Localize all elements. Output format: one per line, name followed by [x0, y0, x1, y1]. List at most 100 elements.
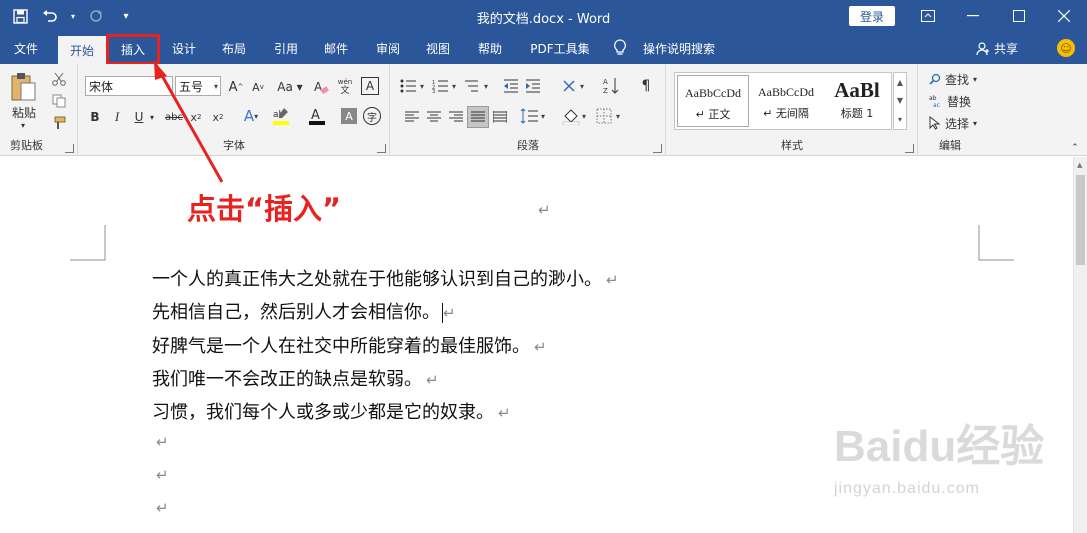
scroll-up-arrow-icon[interactable]: ▲: [1077, 161, 1082, 169]
font-name-select[interactable]: 宋体 ▾: [85, 76, 173, 96]
cut-icon[interactable]: [50, 70, 68, 88]
enclose-characters-icon[interactable]: 字: [363, 107, 381, 125]
tab-help[interactable]: 帮助: [468, 32, 512, 64]
vertical-scrollbar[interactable]: ▲: [1073, 157, 1087, 533]
styles-dialog-launcher[interactable]: [905, 144, 914, 153]
scroll-up-icon[interactable]: ▲: [897, 78, 903, 87]
more-styles-icon[interactable]: ▾: [898, 115, 902, 124]
sort-icon[interactable]: AZ: [601, 76, 621, 96]
share-label: 共享: [994, 42, 1019, 56]
login-button[interactable]: 登录: [849, 6, 895, 26]
format-painter-icon[interactable]: [50, 114, 68, 132]
replace-button[interactable]: ab ac 替换: [929, 92, 981, 110]
grow-font-icon[interactable]: A ^: [225, 78, 247, 96]
style-normal-name: ↵ 正文: [695, 108, 731, 121]
document-paragraph[interactable]: 好脾气是一个人在社交中所能穿着的最佳服饰。 ↵: [152, 332, 547, 358]
tab-layout[interactable]: 布局: [212, 32, 256, 64]
tab-pdf-tools[interactable]: PDF工具集: [522, 32, 598, 64]
clipboard-dialog-launcher[interactable]: [65, 144, 74, 153]
tab-references[interactable]: 引用: [264, 32, 308, 64]
style-normal[interactable]: AaBbCcDd ↵ 正文: [677, 75, 749, 127]
character-shading-icon[interactable]: A: [341, 108, 357, 124]
tab-mailings[interactable]: 邮件: [314, 32, 358, 64]
decrease-indent-icon[interactable]: [501, 76, 521, 96]
scroll-down-icon[interactable]: ▼: [897, 96, 903, 105]
minimize-icon[interactable]: [950, 0, 996, 32]
tab-insert[interactable]: 插入: [106, 34, 160, 65]
phonetic-guide-icon[interactable]: wén 文: [335, 76, 355, 98]
tab-design[interactable]: 设计: [162, 32, 206, 64]
lightbulb-icon: [614, 39, 626, 55]
justify-icon[interactable]: [467, 106, 489, 128]
character-border-icon[interactable]: A: [361, 77, 379, 95]
empty-paragraph[interactable]: ↵: [152, 497, 169, 518]
empty-paragraph[interactable]: ↵: [152, 431, 169, 452]
close-icon[interactable]: [1041, 0, 1087, 32]
document-paragraph[interactable]: 习惯，我们每个人或多或少都是它的奴隶。 ↵: [152, 398, 511, 424]
ribbon-display-options-icon[interactable]: [905, 0, 951, 32]
borders-icon[interactable]: ▾: [595, 106, 625, 126]
tell-me-search[interactable]: 操作说明搜索: [636, 32, 722, 64]
copy-icon[interactable]: [50, 92, 68, 110]
font-group: 宋体 ▾ 五号 ▾ A ^ Av Aa ▾ A wén 文 A B I U ▾ ab…: [79, 64, 390, 156]
paste-icon[interactable]: [8, 70, 38, 104]
highlight-color-icon[interactable]: ab: [269, 106, 297, 126]
style-heading-1-preview: AaBl: [834, 78, 880, 102]
underline-button[interactable]: U: [131, 108, 147, 126]
select-button[interactable]: 选择 ▾: [929, 114, 981, 132]
paste-label[interactable]: 粘贴: [6, 104, 42, 120]
bold-button[interactable]: B: [87, 108, 103, 126]
clear-formatting-icon[interactable]: A: [311, 78, 331, 96]
style-no-spacing[interactable]: AaBbCcDd ↵ 无间隔: [750, 75, 822, 127]
superscript-icon[interactable]: x2: [209, 108, 227, 126]
font-size-select[interactable]: 五号 ▾: [175, 76, 221, 96]
shrink-font-icon[interactable]: Av: [247, 78, 269, 96]
tab-view[interactable]: 视图: [416, 32, 460, 64]
document-paragraph[interactable]: 先相信自己，然后别人才会相信你。 ↵: [152, 298, 456, 324]
styles-gallery-scroll[interactable]: ▲ ▼ ▾: [893, 72, 907, 130]
bullets-icon[interactable]: ▾: [399, 76, 429, 96]
paragraph-mark: ↵: [606, 271, 619, 289]
maximize-icon[interactable]: [996, 0, 1042, 32]
paste-dropdown-icon[interactable]: ▾: [18, 120, 28, 130]
share-button[interactable]: 共享: [976, 40, 1018, 57]
scrollbar-thumb[interactable]: [1076, 175, 1085, 265]
subscript-icon[interactable]: x2: [187, 108, 205, 126]
tab-home[interactable]: 开始: [58, 36, 106, 64]
paragraph-group-label: 段落: [517, 139, 539, 152]
strikethrough-icon[interactable]: abc: [163, 108, 185, 126]
document-paragraph[interactable]: 一个人的真正伟大之处就在于他能够认识到自己的渺小。 ↵: [152, 265, 619, 291]
style-heading-1[interactable]: AaBl 标题 1: [823, 75, 891, 127]
show-marks-icon[interactable]: ¶: [637, 76, 655, 96]
increase-indent-icon[interactable]: [523, 76, 543, 96]
watermark-url: jingyan.baidu.com: [834, 480, 980, 497]
cursor-arrow-icon: [929, 116, 941, 130]
underline-dropdown-icon[interactable]: ▾: [147, 108, 157, 126]
document-paragraph[interactable]: 我们唯一不会改正的缺点是软弱。 ↵: [152, 365, 439, 391]
text-effects-icon[interactable]: A ▾: [237, 106, 265, 126]
find-button[interactable]: 查找 ▾: [929, 70, 981, 88]
multilevel-list-icon[interactable]: ▾: [463, 76, 493, 96]
align-center-icon[interactable]: [425, 108, 443, 126]
font-dialog-launcher[interactable]: [377, 144, 386, 153]
paragraph-mark: ↵: [534, 338, 547, 356]
align-right-icon[interactable]: [447, 108, 465, 126]
align-left-icon[interactable]: [403, 108, 421, 126]
svg-text:ab: ab: [929, 95, 937, 102]
italic-button[interactable]: I: [109, 108, 125, 126]
tab-file[interactable]: 文件: [4, 32, 48, 64]
svg-text:▾: ▾: [420, 82, 424, 91]
line-spacing-icon[interactable]: ▾: [519, 106, 549, 126]
feedback-smiley-icon[interactable]: ☺: [1057, 39, 1075, 57]
shading-icon[interactable]: ▾: [561, 106, 591, 126]
font-color-icon[interactable]: A: [305, 106, 333, 126]
paragraph-dialog-launcher[interactable]: [653, 144, 662, 153]
collapse-ribbon-icon[interactable]: ⌃: [1069, 142, 1081, 154]
empty-paragraph[interactable]: ↵: [152, 464, 169, 485]
svg-text:▾: ▾: [484, 82, 488, 91]
tab-review[interactable]: 审阅: [366, 32, 410, 64]
change-case-icon[interactable]: Aa ▾: [275, 78, 305, 96]
chinese-layout-icon[interactable]: ▾: [561, 76, 591, 96]
distributed-icon[interactable]: [491, 108, 509, 126]
numbering-icon[interactable]: 1 2 3 ▾: [431, 76, 461, 96]
